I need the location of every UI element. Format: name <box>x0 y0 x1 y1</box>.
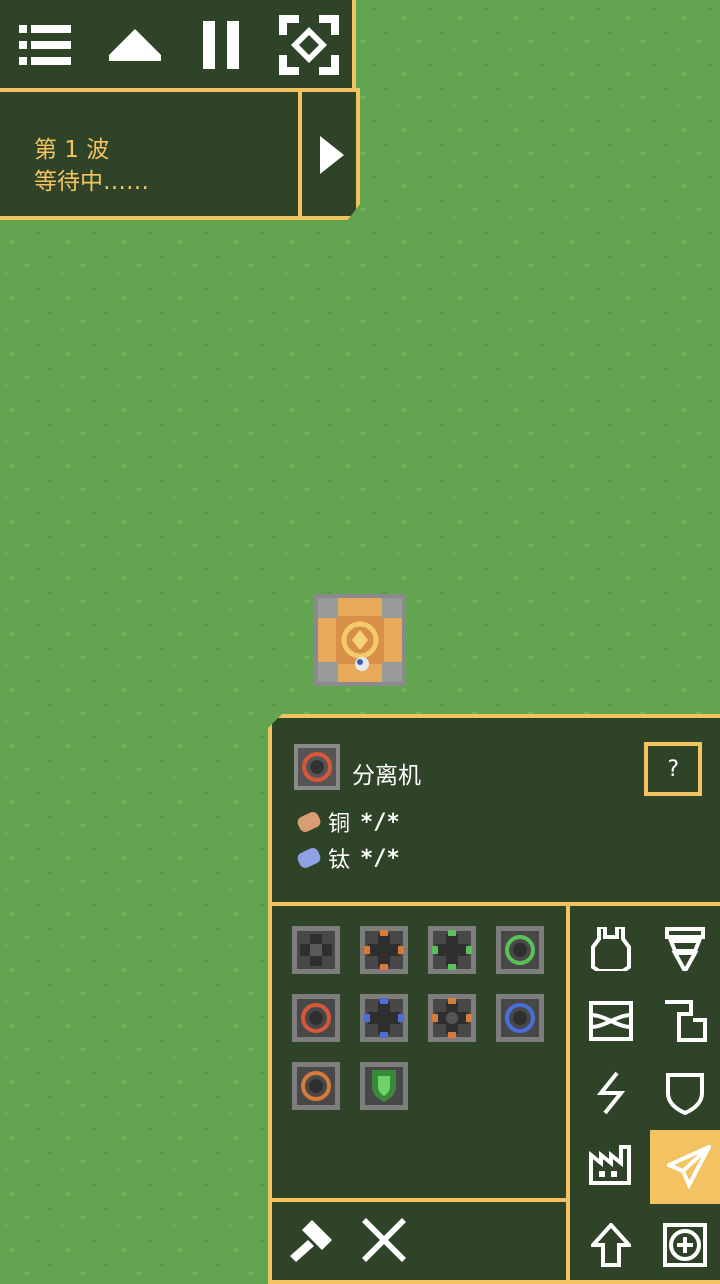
category-power[interactable] <box>576 1058 646 1128</box>
requirement-copper: 铜 */* <box>295 806 400 838</box>
cancel-button[interactable] <box>362 1218 406 1262</box>
category-turret[interactable] <box>576 914 646 984</box>
wave-status: 等待中…… <box>34 169 149 195</box>
hammer-icon <box>290 1218 334 1262</box>
database-button[interactable] <box>274 8 344 82</box>
block-list-panel <box>268 902 570 1202</box>
tool-panel <box>268 1198 570 1284</box>
block-tile[interactable] <box>360 926 408 974</box>
block-tile[interactable] <box>292 926 340 974</box>
category-crafting[interactable] <box>576 1130 646 1200</box>
core-shard[interactable] <box>314 594 406 686</box>
separator-icon <box>294 744 340 790</box>
block-info-panel: 分离机 ? 铜 */* 钛 */* <box>268 714 720 906</box>
skip-wave-button[interactable] <box>298 88 360 220</box>
upgrade-icon <box>591 1223 631 1267</box>
minimap-button[interactable] <box>100 8 170 82</box>
requirement-item: 铜 <box>328 812 351 837</box>
category-effect[interactable] <box>650 1210 720 1280</box>
category-upgrade[interactable] <box>576 1210 646 1280</box>
requirement-titanium: 钛 */* <box>295 842 400 874</box>
requirement-amount: */* <box>360 809 400 835</box>
wave-info-panel: 第 1 波 等待中…… <box>0 88 304 220</box>
block-tile[interactable] <box>496 994 544 1042</box>
pause-button[interactable] <box>186 8 256 82</box>
menu-button[interactable] <box>10 8 80 82</box>
chevron-up-icon <box>109 29 161 61</box>
distribution-icon <box>589 1001 633 1041</box>
units-icon <box>667 1145 711 1189</box>
block-tile[interactable] <box>360 994 408 1042</box>
copper-icon <box>295 810 323 834</box>
category-units[interactable] <box>650 1130 720 1204</box>
power-icon <box>595 1071 627 1115</box>
crafting-icon <box>589 1145 633 1185</box>
defense-icon <box>664 1071 706 1115</box>
cancel-icon <box>362 1218 406 1262</box>
turret-icon <box>591 927 631 971</box>
category-distribution[interactable] <box>576 986 646 1056</box>
requirement-item: 钛 <box>328 848 351 873</box>
requirement-amount: */* <box>360 845 400 871</box>
block-tile[interactable] <box>428 994 476 1042</box>
play-icon <box>320 136 344 174</box>
top-toolbar <box>0 0 356 92</box>
drill-icon <box>665 927 705 971</box>
category-defense[interactable] <box>650 1058 720 1128</box>
block-name: 分离机 <box>352 763 421 789</box>
category-panel <box>566 902 720 1284</box>
titanium-icon <box>295 846 323 870</box>
pause-icon <box>201 21 241 69</box>
category-liquid[interactable] <box>650 986 720 1056</box>
target-icon <box>279 15 339 75</box>
hammer-button[interactable] <box>290 1218 334 1262</box>
block-tile[interactable] <box>292 994 340 1042</box>
block-tile[interactable] <box>360 1062 408 1110</box>
menu-icon <box>19 21 71 69</box>
block-tile[interactable] <box>292 1062 340 1110</box>
effect-icon <box>663 1223 707 1267</box>
liquid-icon <box>663 1000 707 1042</box>
block-help-button[interactable]: ? <box>644 742 702 796</box>
category-drill[interactable] <box>650 914 720 984</box>
block-tile[interactable] <box>428 926 476 974</box>
block-tile[interactable] <box>496 926 544 974</box>
wave-title: 第 1 波 <box>34 137 110 163</box>
